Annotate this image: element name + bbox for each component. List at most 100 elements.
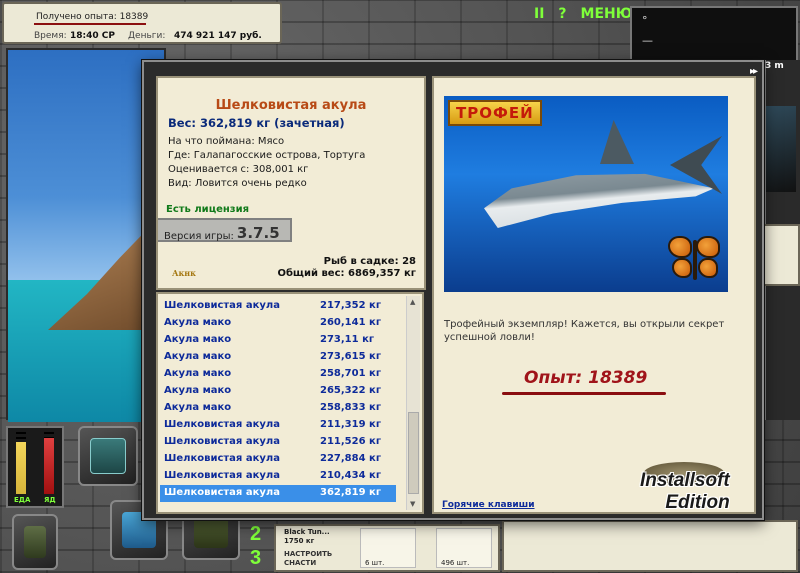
bait-name: Black Tun... <box>284 528 330 536</box>
xp-underline <box>34 23 146 25</box>
rod-slot-3[interactable]: 3 <box>250 546 261 570</box>
help-button[interactable]: ? <box>558 6 566 22</box>
catch-fish-name: Акула мако <box>164 317 232 328</box>
minimap-box: ° — <box>630 6 798 64</box>
backpack-button[interactable] <box>12 514 58 570</box>
menu-button[interactable]: МЕНЮ <box>581 6 633 22</box>
catch-dialog: ▸▸ Шелковистая акула Вес: 362,819 кг (за… <box>142 60 764 520</box>
tackle-slot-1[interactable]: 6 шт. <box>360 528 416 568</box>
watermark: Installsoft Edition <box>640 470 730 514</box>
poison-meter-fill <box>44 438 54 494</box>
fish-info-panel: Шелковистая акула Вес: 362,819 кг (зачет… <box>156 76 426 290</box>
game-version-number: 3.7.5 <box>236 224 280 242</box>
catch-fish-name: Акула мако <box>164 385 232 396</box>
top-controls: II ? МЕНЮ <box>534 6 632 22</box>
watermark-line-2: Edition <box>665 492 730 513</box>
catch-row[interactable]: Акула мако 258,833 кг <box>160 400 396 417</box>
catch-row[interactable]: Шелковистая акула 211,526 кг <box>160 434 396 451</box>
rod-slot-2[interactable]: 2 <box>250 522 261 546</box>
trophy-fish-image: ТРОФЕЙ <box>444 96 728 292</box>
bottom-right-panel <box>502 520 798 572</box>
scroll-up-icon[interactable]: ▲ <box>410 298 415 306</box>
keepnet-total-weight: Общий вес: 6869,357 кг <box>277 268 416 279</box>
catch-row[interactable]: Акула мако 273,615 кг <box>160 349 396 366</box>
catch-fish-name: Шелковистая акула <box>164 300 280 311</box>
catch-row[interactable]: Шелковистая акула 210,434 кг <box>160 468 396 485</box>
butterfly-wing-lower-right <box>698 258 718 278</box>
setup-tackle-button[interactable]: НАСТРОИТЬ СНАСТИ <box>284 550 332 568</box>
catch-fish-weight: 258,833 кг <box>320 402 382 413</box>
catch-row[interactable]: Шелковистая акула 211,319 кг <box>160 417 396 434</box>
food-poison-meters: ЕДА ЯД <box>6 426 64 508</box>
catch-list-scrollbar[interactable]: ▲ ▼ <box>406 296 420 510</box>
poison-meter <box>44 432 54 494</box>
catch-fish-weight: 273,11 кг <box>320 334 375 345</box>
tacklebox-button[interactable] <box>78 426 138 486</box>
catch-row[interactable]: Шелковистая акула 227,884 кг <box>160 451 396 468</box>
location-line: Где: Галапагосские острова, Тортуга <box>168 150 366 161</box>
minimap-dash: — <box>642 34 653 47</box>
catch-fish-name: Акула мако <box>164 334 232 345</box>
butterfly-wing-lower-left <box>672 258 692 278</box>
catch-fish-name: Шелковистая акула <box>164 453 280 464</box>
depth-label: 3 m <box>765 61 784 71</box>
catch-fish-name: Шелковистая акула <box>164 419 280 430</box>
catch-fish-weight: 265,322 кг <box>320 385 382 396</box>
butterfly-wing-right <box>696 236 720 258</box>
fish-name: Шелковистая акула <box>215 98 367 113</box>
trophy-detail-panel: ТРОФЕЙ Трофейный экземпляр! Кажется, вы … <box>432 76 756 514</box>
status-panel: Получено опыта: 18389 Время: 18:40 СР Де… <box>2 2 282 44</box>
catch-fish-weight: 362,819 кг <box>320 487 382 498</box>
catch-fish-name: Шелковистая акула <box>164 487 280 498</box>
species-line: Вид: Ловится очень редко <box>168 178 307 189</box>
catch-fish-weight: 210,434 кг <box>320 470 382 481</box>
time-label: Время: <box>34 31 67 41</box>
food-meter-fill <box>16 441 26 494</box>
tackle-slot-2[interactable]: 496 шт. <box>436 528 492 568</box>
brand-logo: Акнк <box>172 268 196 278</box>
keepnet-summary: Рыб в садке: 28 Общий вес: 6869,357 кг <box>277 256 416 280</box>
money-label: Деньги: <box>128 31 166 41</box>
pause-button[interactable]: II <box>534 6 544 22</box>
tackle-slot-2-count: 496 шт. <box>441 559 470 567</box>
catch-row[interactable]: Акула мако 258,701 кг <box>160 366 396 383</box>
shark-dorsal-fin <box>600 120 634 164</box>
catch-row[interactable]: Шелковистая акула 217,352 кг <box>160 298 396 315</box>
catch-fish-name: Акула мако <box>164 402 232 413</box>
money-value: 474 921 147 руб. <box>174 31 262 41</box>
shark-body <box>484 173 714 228</box>
game-version-label: Версия игры: <box>164 231 234 242</box>
minimap-dot: ° <box>642 14 648 27</box>
catch-fish-weight: 211,319 кг <box>320 419 382 430</box>
catch-fish-weight: 217,352 кг <box>320 300 382 311</box>
scroll-down-icon[interactable]: ▼ <box>410 500 415 508</box>
catch-fish-name: Шелковистая акула <box>164 436 280 447</box>
butterfly-body <box>693 240 697 280</box>
catch-fish-weight: 211,526 кг <box>320 436 382 447</box>
catch-fish-weight: 273,615 кг <box>320 351 382 362</box>
scroll-thumb[interactable] <box>408 412 419 494</box>
catch-fish-name: Акула мако <box>164 351 232 362</box>
catch-fish-name: Шелковистая акула <box>164 470 280 481</box>
butterfly-wing-left <box>668 236 692 258</box>
food-label: ЕДА <box>14 496 31 504</box>
catch-row[interactable]: Акула мако 273,11 кг <box>160 332 396 349</box>
catch-row[interactable]: Шелковистая акула 362,819 кг <box>160 485 396 502</box>
food-meter <box>16 432 26 494</box>
tacklebox-icon <box>90 438 126 474</box>
poison-label: ЯД <box>44 496 56 504</box>
side-note-panel <box>760 224 800 286</box>
catch-row[interactable]: Акула мако 265,322 кг <box>160 383 396 400</box>
tackle-bar: Black Tun... 1750 кг НАСТРОИТЬ СНАСТИ 6 … <box>274 524 500 572</box>
tackle-slot-1-count: 6 шт. <box>365 559 385 567</box>
time-value: 18:40 СР <box>70 31 115 41</box>
catch-row[interactable]: Акула мако 260,141 кг <box>160 315 396 332</box>
caught-on-line: На что поймана: Мясо <box>168 136 285 147</box>
butterfly-icon <box>668 234 722 284</box>
hotkeys-link[interactable]: Горячие клавиши <box>442 500 535 510</box>
catch-fish-weight: 258,701 кг <box>320 368 382 379</box>
catch-fish-weight: 227,884 кг <box>320 453 382 464</box>
game-version-box: Версия игры: 3.7.5 <box>158 218 292 242</box>
bait-weight: 1750 кг <box>284 537 315 545</box>
backpack-icon <box>24 526 46 558</box>
